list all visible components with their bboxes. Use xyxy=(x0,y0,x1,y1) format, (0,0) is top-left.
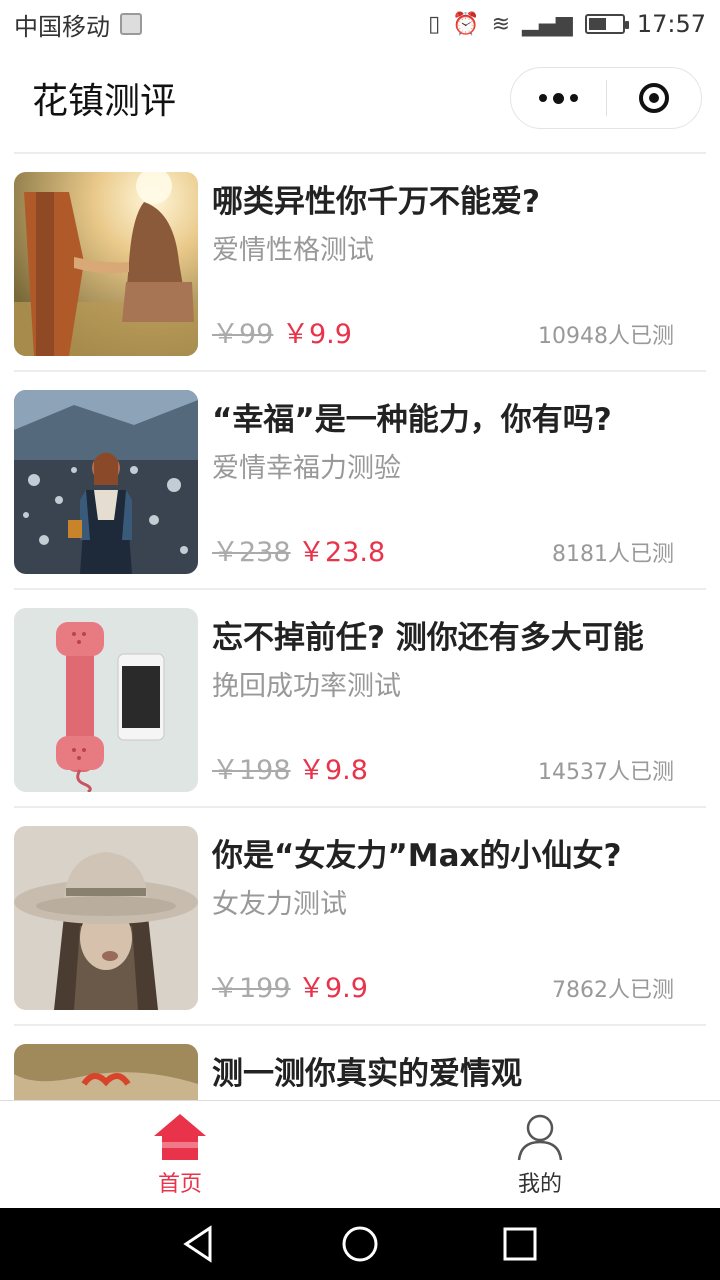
tested-count: 14537人已测 xyxy=(538,760,674,785)
woman-hat-image xyxy=(14,826,198,1010)
signal-icon: ▂▄▆ xyxy=(522,11,573,37)
sale-price: ￥9.8 xyxy=(298,755,368,786)
woman-bokeh-image xyxy=(14,390,198,574)
tested-count: 10948人已测 xyxy=(538,324,674,349)
system-nav-bar xyxy=(0,1208,720,1280)
tab-bar: 首页 我的 xyxy=(0,1100,720,1209)
pink-phone-image xyxy=(14,608,198,792)
original-price: ￥238 xyxy=(212,537,291,568)
back-icon[interactable] xyxy=(180,1224,220,1264)
tested-count: 7862人已测 xyxy=(552,978,674,1003)
mini-program-capsule xyxy=(510,67,702,129)
item-title: 你是“女友力”Max的小仙女? xyxy=(212,838,622,874)
item-title: 忘不掉前任? 测你还有多大可能 xyxy=(212,620,644,656)
gift-image xyxy=(14,1044,198,1102)
home-icon xyxy=(154,1114,206,1160)
more-dots-icon xyxy=(538,92,578,104)
item-subtitle: 爱情性格测试 xyxy=(212,235,374,266)
more-button[interactable] xyxy=(511,68,606,128)
battery-level xyxy=(588,18,607,30)
sale-price: ￥9.9 xyxy=(282,319,352,350)
wifi-icon: ≋ xyxy=(491,11,511,37)
user-icon xyxy=(517,1114,563,1161)
tab-mine-label: 我的 xyxy=(517,1172,562,1197)
tested-count: 8181人已测 xyxy=(552,542,674,567)
carrier-name: 中国移动 xyxy=(14,12,110,41)
item-title: 测一测你真实的爱情观 xyxy=(212,1056,522,1092)
tab-mine[interactable]: 我的 xyxy=(360,1101,720,1209)
item-title: 哪类异性你千万不能爱? xyxy=(212,184,540,220)
list-item[interactable]: 测一测你真实的爱情观 xyxy=(14,1026,706,1102)
item-title: “幸福”是一种能力，你有吗? xyxy=(212,402,612,438)
item-subtitle: 挽回成功率测试 xyxy=(212,671,401,702)
clock: 17:57 xyxy=(636,10,706,38)
status-right: ▯ ⏰ ≋ ▂▄▆ 17:57 xyxy=(428,10,706,38)
status-left: 中国移动 xyxy=(14,7,142,42)
original-price: ￥198 xyxy=(212,755,291,786)
sale-price: ￥23.8 xyxy=(298,537,386,568)
original-price: ￥99 xyxy=(212,319,274,350)
couple-holding-hands-image xyxy=(14,172,198,356)
list-item[interactable]: 你是“女友力”Max的小仙女? 女友力测试 ￥199 ￥9.9 7862人已测 xyxy=(14,808,706,1026)
item-subtitle: 爱情幸福力测验 xyxy=(212,453,401,484)
vibrate-icon: ▯ xyxy=(428,11,441,37)
list-item[interactable]: 哪类异性你千万不能爱? 爱情性格测试 ￥99 ￥9.9 10948人已测 xyxy=(14,154,706,372)
original-price: ￥199 xyxy=(212,973,291,1004)
list-item[interactable]: 忘不掉前任? 测你还有多大可能 挽回成功率测试 ￥198 ￥9.8 14537人… xyxy=(14,590,706,808)
item-subtitle: 女友力测试 xyxy=(212,889,347,920)
tab-home[interactable]: 首页 xyxy=(0,1101,360,1209)
recents-icon[interactable] xyxy=(500,1224,540,1264)
header: 花镇测评 xyxy=(0,48,720,148)
tab-home-label: 首页 xyxy=(157,1172,202,1197)
close-button[interactable] xyxy=(607,68,702,128)
sim-icon xyxy=(120,13,142,35)
list-item[interactable]: “幸福”是一种能力，你有吗? 爱情幸福力测验 ￥238 ￥23.8 8181人已… xyxy=(14,372,706,590)
page-title: 花镇测评 xyxy=(32,81,177,122)
home-circle-icon[interactable] xyxy=(340,1224,380,1264)
quiz-list: 哪类异性你千万不能爱? 爱情性格测试 ￥99 ￥9.9 10948人已测 “幸福… xyxy=(14,152,706,1102)
status-bar: 中国移动 ▯ ⏰ ≋ ▂▄▆ 17:57 xyxy=(0,0,720,48)
battery-icon xyxy=(584,14,629,34)
sale-price: ￥9.9 xyxy=(298,973,368,1004)
alarm-icon: ⏰ xyxy=(452,11,480,37)
target-icon xyxy=(638,83,669,113)
